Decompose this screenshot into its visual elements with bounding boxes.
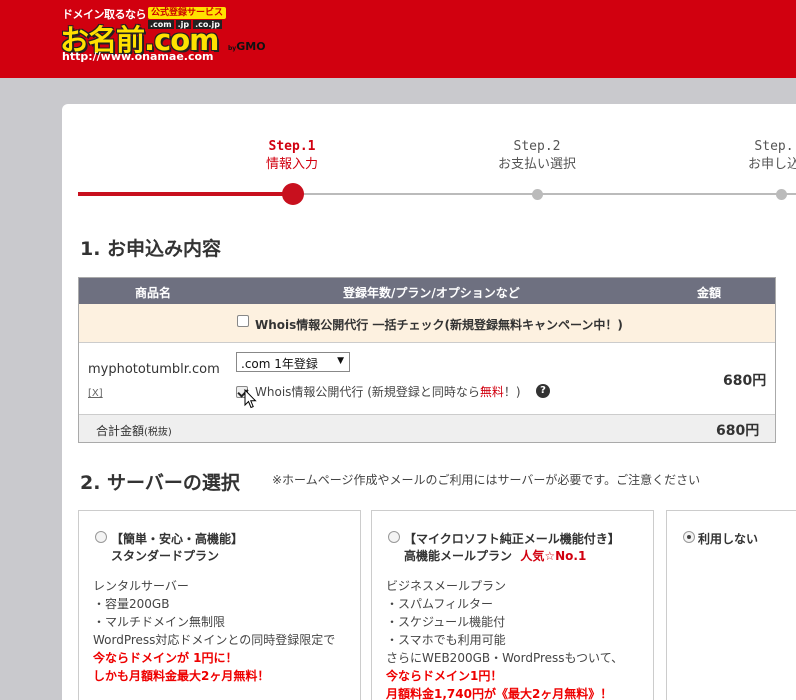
mouse-cursor-icon — [244, 389, 257, 409]
step-2: Step.2 お支払い選択 — [497, 139, 576, 172]
order-table: 商品名 登録年数/プラン/オプションなど 金額 Whois情報公開代行 一括チェ… — [78, 277, 776, 443]
section-order-title: 1. お申込み内容 — [80, 238, 222, 260]
item-price: 680円 — [723, 373, 767, 389]
radio-none[interactable] — [683, 531, 695, 543]
popular-badge: 人気☆No.1 — [520, 549, 587, 563]
radio-standard[interactable] — [95, 531, 107, 543]
progress-track — [293, 193, 796, 195]
onamae-logo[interactable]: ドメイン取るなら 公式登録サービス .com .jp .co.jp お名前.com … — [60, 6, 300, 66]
step-3: Step. お申し込 — [747, 139, 796, 172]
radio-mail[interactable] — [388, 531, 400, 543]
progress-track-active — [78, 192, 293, 196]
step-2-indicator — [532, 189, 543, 200]
plan-select[interactable]: .com 1年登録 ▼ — [236, 352, 350, 372]
step-3-indicator — [776, 189, 787, 200]
whois-bulk-label[interactable]: Whois情報公開代行 一括チェック(新規登録無料キャンペーン中！) — [255, 316, 623, 333]
server-card-standard[interactable]: 【簡単・安心・高機能】 スタンダードプラン レンタルサーバー ・容量200GB … — [78, 510, 361, 700]
step-1: Step.1 情報入力 — [265, 139, 318, 172]
total-row: 合計金額(税抜) 680円 — [79, 415, 775, 442]
col-options: 登録年数/プラン/オプションなど — [343, 286, 520, 300]
card-title: 利用しない — [698, 532, 759, 546]
whois-bulk-row: Whois情報公開代行 一括チェック(新規登録無料キャンペーン中！) — [79, 304, 775, 343]
card-body: ビジネスメールプラン ・スパムフィルター ・スケジュール機能付 ・スマホでも利用… — [386, 579, 624, 700]
table-row: myphototumblr.com [X] .com 1年登録 ▼ Whois情… — [79, 343, 775, 415]
total-amount: 680円 — [716, 423, 760, 439]
server-card-mail[interactable]: 【マイクロソフト純正メール機能付き】 高機能メールプラン 人気☆No.1 ビジネ… — [371, 510, 654, 700]
remove-link[interactable]: [X] — [88, 388, 103, 399]
main-panel: Step.1 情報入力 Step.2 お支払い選択 Step. お申し込 1. … — [62, 104, 796, 700]
total-label: 合計金額(税抜) — [96, 424, 172, 438]
table-header: 商品名 登録年数/プラン/オプションなど 金額 — [79, 278, 775, 304]
section-server-title: 2. サーバーの選択 — [80, 472, 240, 494]
server-note: ※ホームページ作成やメールのご利用にはサーバーが必要です。ご注意ください — [272, 473, 701, 487]
server-card-none[interactable]: 利用しない — [666, 510, 796, 700]
card-body: レンタルサーバー ・容量200GB ・マルチドメイン無制限 WordPress対… — [93, 579, 336, 683]
dropdown-arrow-icon: ▼ — [337, 356, 344, 366]
col-price: 金額 — [697, 286, 722, 300]
gmo-logo: byGMO — [228, 40, 266, 53]
site-header: ドメイン取るなら 公式登録サービス .com .jp .co.jp お名前.com … — [0, 0, 796, 78]
card-title: 【簡単・安心・高機能】 スタンダードプラン — [111, 532, 244, 563]
domain-name: myphototumblr.com — [88, 362, 220, 377]
help-icon[interactable]: ? — [536, 384, 550, 398]
card-title: 【マイクロソフト純正メール機能付き】 高機能メールプラン 人気☆No.1 — [404, 532, 620, 563]
whois-bulk-checkbox[interactable] — [237, 315, 249, 327]
whois-label[interactable]: Whois情報公開代行 (新規登録と同時なら無料！) — [255, 383, 521, 400]
col-product: 商品名 — [135, 286, 172, 300]
step-1-indicator — [282, 183, 304, 205]
logo-url: http://www.onamae.com — [62, 50, 214, 63]
